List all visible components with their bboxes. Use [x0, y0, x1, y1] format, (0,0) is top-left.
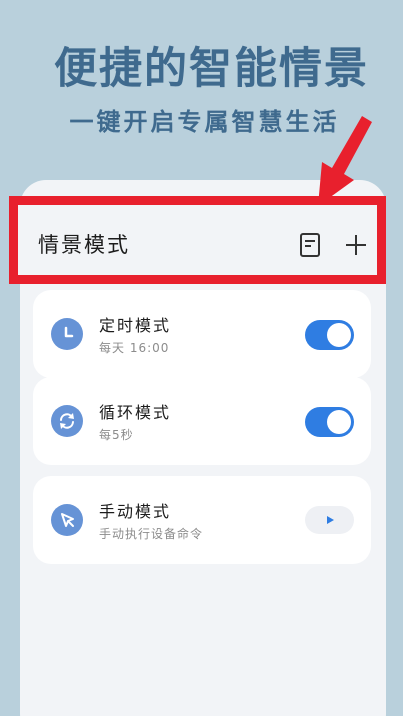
mode-detail: 手动执行设备命令	[99, 527, 204, 541]
mode-toggle[interactable]	[305, 320, 354, 350]
promo-headline: 便捷的智能情景	[54, 44, 369, 94]
clock-icon	[51, 318, 83, 350]
plus-icon[interactable]	[344, 233, 368, 257]
mode-detail: 每天 16:00	[99, 341, 170, 355]
mode-name: 循环模式	[99, 403, 172, 422]
mode-toggle[interactable]	[305, 407, 354, 437]
mode-card-loop[interactable]: 循环模式 每5秒	[33, 377, 371, 465]
document-icon[interactable]	[299, 232, 321, 258]
mode-name: 手动模式	[99, 502, 172, 521]
play-button[interactable]	[305, 506, 354, 534]
mode-detail: 每5秒	[99, 428, 134, 442]
mode-card-manual[interactable]: 手动模式 手动执行设备命令	[33, 476, 371, 564]
play-icon	[326, 516, 334, 524]
mode-card-timer[interactable]: 定时模式 每天 16:00	[33, 290, 371, 378]
cursor-click-icon	[51, 504, 83, 536]
scene-mode-title: 情景模式	[38, 233, 130, 257]
refresh-icon	[51, 405, 83, 437]
scene-mode-header: 情景模式	[9, 196, 386, 284]
mode-name: 定时模式	[99, 316, 172, 335]
